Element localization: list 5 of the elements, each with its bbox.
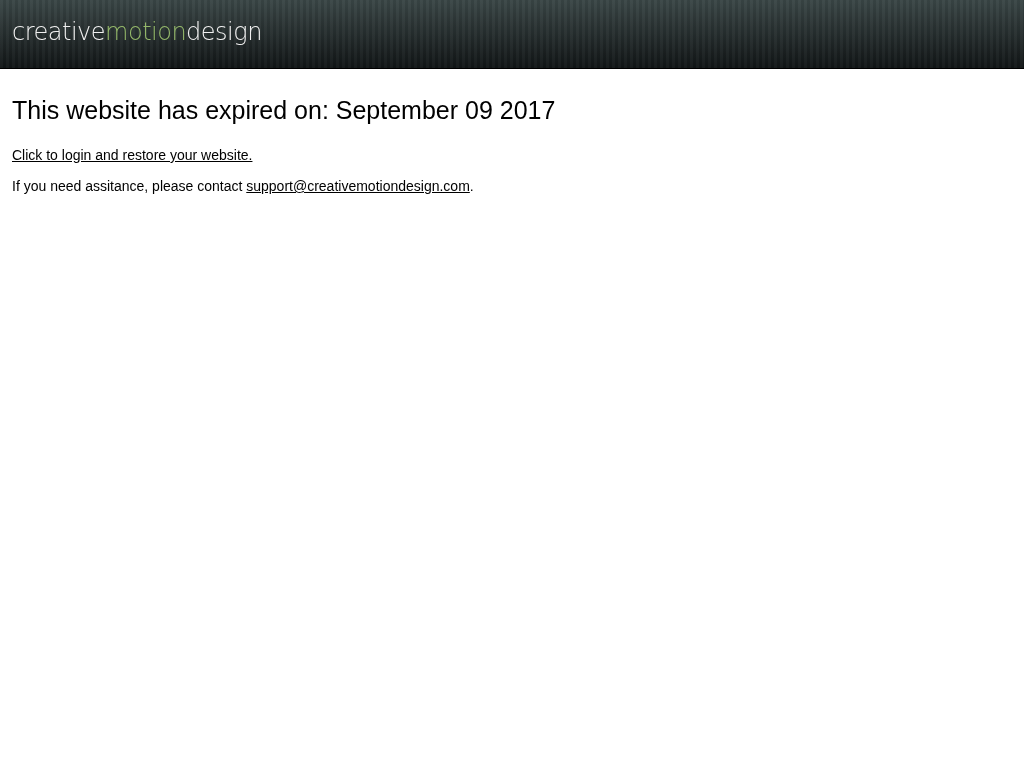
login-link[interactable]: Click to login and restore your website.	[12, 147, 253, 163]
page-heading: This website has expired on: September 09 2017	[12, 96, 557, 125]
email-link[interactable]: support@creativemotiondesign.com	[246, 178, 470, 194]
contact-text: If you need assitance, please contact support@creativemotiondesign.com.	[12, 178, 475, 194]
logo[interactable]: creativemotiondesign	[12, 18, 262, 46]
